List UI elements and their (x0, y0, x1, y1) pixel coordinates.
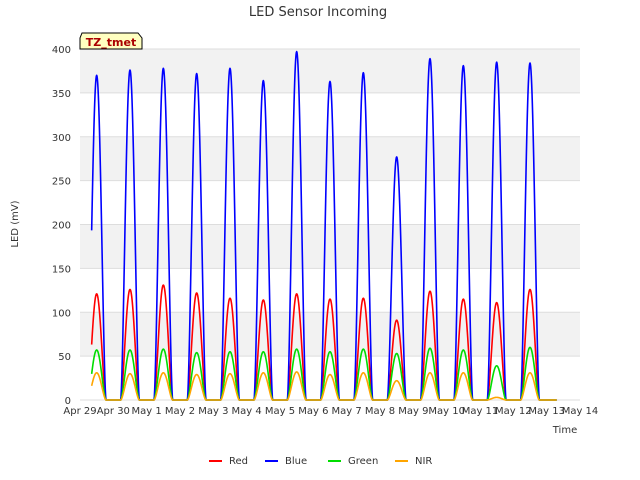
x-tick-label: May 14 (562, 406, 599, 417)
y-tick-label: 250 (52, 177, 71, 188)
x-tick-label: May 13 (528, 406, 565, 417)
x-tick-label: May 3 (198, 406, 228, 417)
y-tick-label: 100 (52, 308, 71, 319)
x-tick-label: May 6 (298, 406, 328, 417)
legend: Red Blue Green NIR (209, 456, 432, 467)
legend-label-blue: Blue (285, 456, 307, 467)
y-tick-label: 150 (52, 264, 71, 275)
x-tick-label: Apr 30 (97, 406, 130, 417)
y-axis-label: LED (mV) (10, 200, 21, 247)
x-tick-label: May 8 (365, 406, 395, 417)
x-tick-label: May 11 (462, 406, 499, 417)
chart: 050100150200250300350400 Apr 29 Apr 30 May… (10, 5, 598, 467)
grid-band (80, 136, 580, 181)
x-axis-label: Time (552, 425, 577, 436)
x-tick-label: May 12 (495, 406, 532, 417)
chart-title: LED Sensor Incoming (249, 5, 387, 20)
x-tick-label: May 5 (265, 406, 295, 417)
x-ticks: Apr 29 Apr 30 May 1 May 2 May 3 May 4 May 5 May… (63, 406, 598, 417)
y-tick-label: 400 (52, 45, 71, 56)
y-tick-label: 300 (52, 133, 71, 144)
x-tick-label: May 1 (132, 406, 162, 417)
tag-box: TZ_tmet (79, 32, 143, 50)
y-ticks: 050100150200250300350400 (52, 45, 71, 407)
y-tick-label: 350 (52, 89, 71, 100)
grid-band (80, 49, 580, 93)
x-tick-label: May 4 (232, 406, 262, 417)
x-tick-label: May 10 (428, 406, 465, 417)
y-tick-label: 50 (58, 352, 71, 363)
x-tick-label: Apr 29 (63, 406, 96, 417)
y-tick-label: 200 (52, 221, 71, 232)
x-tick-label: May 2 (165, 406, 195, 417)
legend-label-red: Red (229, 456, 248, 467)
legend-label-nir: NIR (415, 456, 432, 467)
x-tick-label: May 9 (398, 406, 428, 417)
grid-band (80, 312, 580, 357)
grid-band (80, 224, 580, 269)
legend-label-green: Green (348, 456, 378, 467)
x-tick-label: May 7 (332, 406, 362, 417)
tag-label: TZ_tmet (86, 36, 136, 49)
